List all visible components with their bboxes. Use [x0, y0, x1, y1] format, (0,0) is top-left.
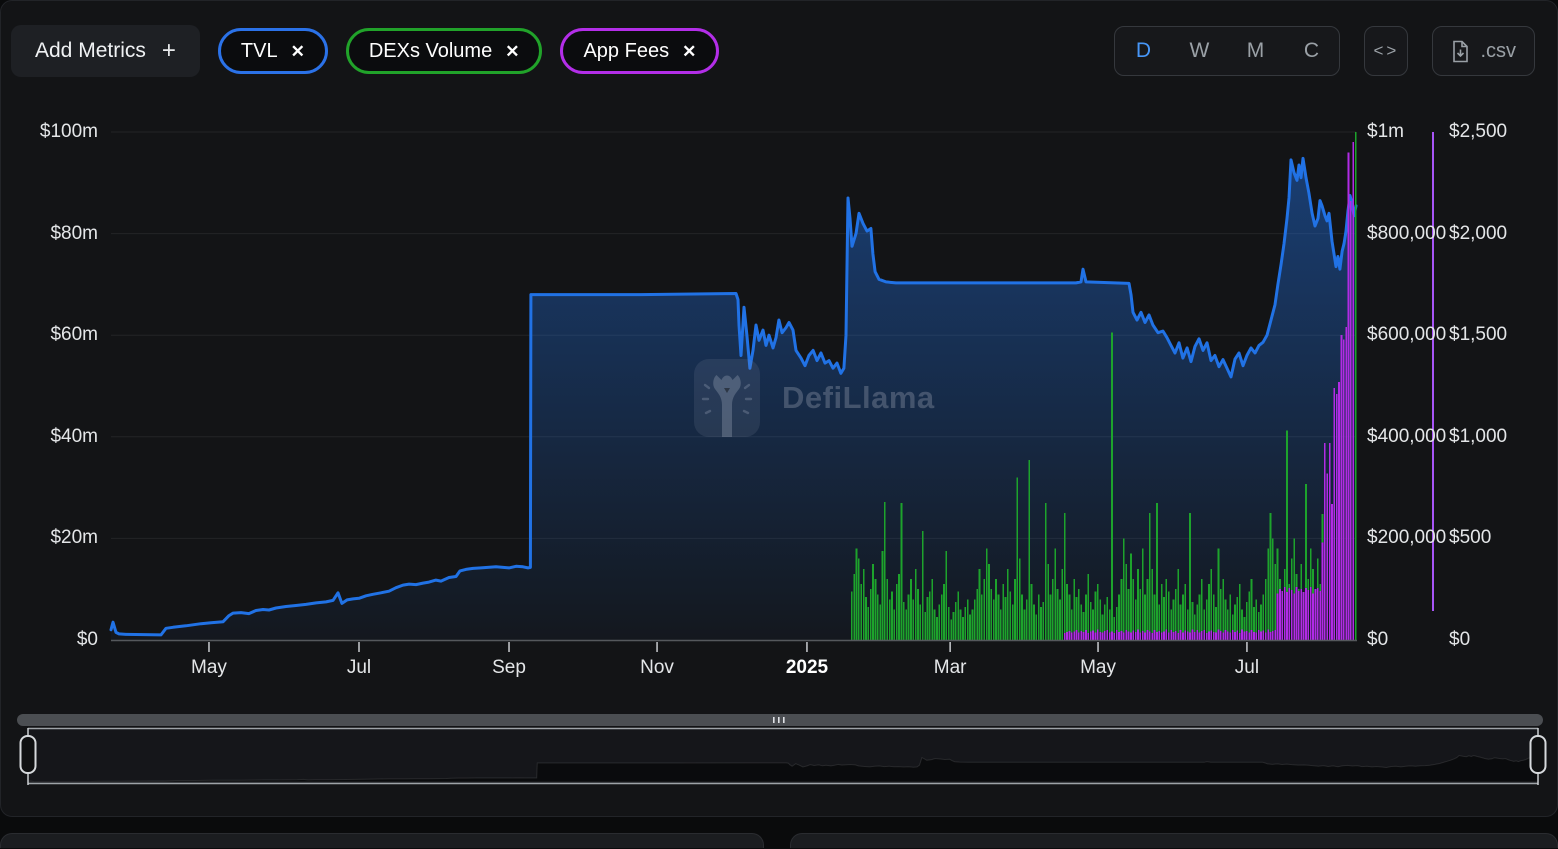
- y-axis-fees-label: $2,500: [1449, 121, 1507, 143]
- x-axis-label-nov: Nov: [612, 657, 702, 679]
- y-axis-left-label: $40m: [6, 426, 98, 448]
- y-axis-volume-label: $800,000: [1367, 223, 1446, 245]
- chart-plot-area[interactable]: [1, 1, 1558, 849]
- y-axis-fees-label: $1,500: [1449, 324, 1507, 346]
- y-axis-left-label: $0: [6, 629, 98, 651]
- y-axis-fees-label: $500: [1449, 527, 1491, 549]
- bottom-card-right: [790, 833, 1558, 848]
- x-axis-label-sep: Sep: [464, 657, 554, 679]
- brush-handle-left[interactable]: [21, 736, 36, 773]
- y-axis-left-label: $100m: [6, 121, 98, 143]
- y-axis-volume-label: $400,000: [1367, 426, 1446, 448]
- x-axis-label-jul: Jul: [1202, 657, 1292, 679]
- y-axis-left-label: $80m: [6, 223, 98, 245]
- bottom-card-left: [0, 833, 764, 848]
- y-axis-volume-label: $600,000: [1367, 324, 1446, 346]
- y-axis-fees-label: $2,000: [1449, 223, 1507, 245]
- y-axis-volume-label: $1m: [1367, 121, 1404, 143]
- y-axis-left-label: $20m: [6, 527, 98, 549]
- x-axis-label-may: May: [164, 657, 254, 679]
- y-axis-fees-label: $0: [1449, 629, 1470, 651]
- y-axis-fees-label: $1,000: [1449, 426, 1507, 448]
- chart-card: Add Metrics + TVL ✕ DEXs Volume ✕ App Fe…: [0, 0, 1558, 817]
- y-axis-volume-label: $0: [1367, 629, 1388, 651]
- brush-grip-icon: [783, 717, 785, 723]
- y-axis-left-label: $60m: [6, 324, 98, 346]
- brush-track[interactable]: [17, 714, 1543, 726]
- x-axis-label-jul: Jul: [314, 657, 404, 679]
- x-axis-label-2025: 2025: [762, 657, 852, 679]
- x-axis-label-may: May: [1053, 657, 1143, 679]
- x-axis-label-mar: Mar: [905, 657, 995, 679]
- y-axis-volume-label: $200,000: [1367, 527, 1446, 549]
- brush-handle-right[interactable]: [1531, 736, 1546, 773]
